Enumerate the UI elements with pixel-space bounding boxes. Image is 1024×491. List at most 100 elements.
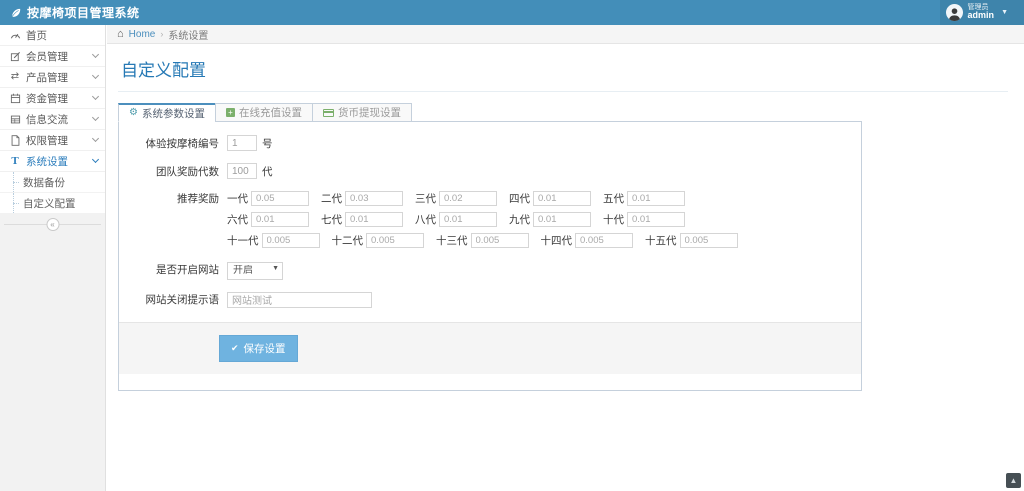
site-switch-select-wrap: 开启 ▼	[227, 260, 283, 280]
referral-gen-input[interactable]	[471, 233, 529, 248]
field-label: 推荐奖励	[133, 191, 219, 206]
user-meta: 管理员 admin	[968, 4, 995, 21]
field-label: 是否开启网站	[133, 262, 219, 277]
breadcrumb-separator: ›	[160, 29, 163, 39]
content: 自定义配置 ⚙ 系统参数设置 + 在线充值设置 货币提现设置 体验按摩椅编号 号	[107, 44, 1024, 391]
chevron-down-icon	[92, 114, 99, 121]
tab-system-params[interactable]: ⚙ 系统参数设置	[118, 103, 216, 122]
referral-gen-group: 六代	[227, 212, 309, 227]
referral-gen-input[interactable]	[262, 233, 320, 248]
user-menu[interactable]: 管理员 admin ▼	[940, 0, 1024, 25]
back-to-top-button[interactable]: ▲	[1006, 473, 1021, 488]
referral-gen-group: 十五代	[645, 233, 738, 248]
page-title: 自定义配置	[118, 52, 1008, 92]
gears-icon: ⚙	[129, 108, 138, 118]
sidebar-item-label: 信息交流	[26, 112, 68, 127]
tab-online-recharge[interactable]: + 在线充值设置	[215, 103, 313, 122]
save-button[interactable]: ✔ 保存设置	[219, 335, 298, 362]
shuffle-icon: ⇄	[8, 72, 22, 82]
sidebar-collapse-button[interactable]: «	[46, 218, 59, 231]
sidebar-item-label: 权限管理	[26, 133, 68, 148]
referral-gen-input[interactable]	[251, 212, 309, 227]
site-switch-select[interactable]: 开启	[227, 262, 283, 280]
referral-gen-input[interactable]	[251, 191, 309, 206]
field-unit: 代	[262, 164, 273, 179]
referral-gen-input[interactable]	[680, 233, 738, 248]
field-label: 体验按摩椅编号	[133, 136, 219, 151]
form-row-referral-3: 十一代 十二代 十三代 十四代 十五代	[213, 233, 861, 248]
gen-label: 十三代	[436, 233, 468, 248]
sidebar-subitem-data-backup[interactable]: 数据备份	[0, 172, 105, 193]
chair-number-input[interactable]	[227, 135, 257, 151]
sidebar-item-label: 系统设置	[26, 154, 68, 169]
gen-label: 十五代	[645, 233, 677, 248]
referral-gen-group: 七代	[321, 212, 403, 227]
referral-gen-input[interactable]	[439, 191, 497, 206]
referral-gen-input[interactable]	[345, 191, 403, 206]
referral-gen-group: 二代	[321, 191, 403, 206]
referral-gen-input[interactable]	[366, 233, 424, 248]
breadcrumb: ⌂ Home › 系统设置	[107, 25, 1024, 44]
gen-label: 五代	[603, 191, 624, 206]
calendar-icon	[8, 93, 22, 104]
sidebar-item-home[interactable]: 首页	[0, 25, 105, 46]
tab-label: 系统参数设置	[142, 106, 205, 121]
sidebar-subitem-custom-config[interactable]: 自定义配置	[0, 193, 105, 214]
sidebar-item-permissions[interactable]: 权限管理	[0, 130, 105, 151]
user-role: 管理员	[968, 4, 995, 11]
referral-gen-group: 八代	[415, 212, 497, 227]
edit-icon	[8, 51, 22, 62]
referral-gen-group: 十二代	[332, 233, 425, 248]
app-title: 按摩椅项目管理系统	[27, 4, 140, 21]
tab-label: 货币提现设置	[338, 105, 401, 120]
sidebar-item-label: 产品管理	[26, 70, 68, 85]
sidebar-item-system-settings[interactable]: T 系统设置	[0, 151, 105, 172]
referral-gen-group: 九代	[509, 212, 591, 227]
form-row-chair-number: 体验按摩椅编号 号	[119, 135, 861, 151]
referral-gen-input[interactable]	[627, 191, 685, 206]
referral-gen-input[interactable]	[627, 212, 685, 227]
referral-gen-input[interactable]	[345, 212, 403, 227]
referral-gen-group: 十四代	[541, 233, 634, 248]
chevron-down-icon	[92, 135, 99, 142]
chevron-down-icon	[92, 93, 99, 100]
referral-gen-group: 十一代	[227, 233, 320, 248]
referral-gen-input[interactable]	[575, 233, 633, 248]
form-row-close-message: 网站关闭提示语	[119, 292, 861, 308]
top-navbar: 按摩椅项目管理系统 管理员 admin ▼	[0, 0, 1024, 25]
plus-square-icon: +	[226, 108, 235, 117]
gen-label: 七代	[321, 212, 342, 227]
sidebar-subitem-label: 数据备份	[23, 175, 65, 190]
leaf-icon	[10, 7, 22, 19]
referral-gen-group: 三代	[415, 191, 497, 206]
team-generations-input[interactable]	[227, 163, 257, 179]
form-row-team-generations: 团队奖励代数 代	[119, 163, 861, 179]
referral-gen-input[interactable]	[533, 212, 591, 227]
sidebar-item-label: 会员管理	[26, 49, 68, 64]
referral-gen-group: 一代	[227, 191, 309, 206]
referral-gen-input[interactable]	[439, 212, 497, 227]
gen-label: 八代	[415, 212, 436, 227]
sidebar-item-members[interactable]: 会员管理	[0, 46, 105, 67]
gen-label: 十四代	[541, 233, 573, 248]
sidebar-item-products[interactable]: ⇄ 产品管理	[0, 67, 105, 88]
sidebar-item-funds[interactable]: 资金管理	[0, 88, 105, 109]
gen-label: 十二代	[332, 233, 364, 248]
referral-gen-group: 四代	[509, 191, 591, 206]
tab-currency-withdraw[interactable]: 货币提现设置	[312, 103, 412, 122]
sidebar-subitem-label: 自定义配置	[23, 196, 76, 211]
referral-gen-input[interactable]	[533, 191, 591, 206]
sidebar-item-messages[interactable]: 信息交流	[0, 109, 105, 130]
field-unit: 号	[262, 136, 273, 151]
user-name: admin	[968, 11, 995, 20]
chevron-down-icon	[92, 51, 99, 58]
close-message-input[interactable]	[227, 292, 372, 308]
caret-down-icon: ▼	[1001, 9, 1008, 16]
main-area: ⌂ Home › 系统设置 自定义配置 ⚙ 系统参数设置 + 在线充值设置 货币…	[107, 25, 1024, 491]
sidebar-collapse-row: «	[0, 214, 105, 234]
breadcrumb-home-link[interactable]: Home	[129, 29, 156, 40]
form-row-site-switch: 是否开启网站 开启 ▼	[119, 260, 861, 280]
form-row-referral-2: 六代 七代 八代 九代 十代	[213, 212, 861, 227]
tab-bar: ⚙ 系统参数设置 + 在线充值设置 货币提现设置	[118, 103, 1008, 122]
gen-label: 二代	[321, 191, 342, 206]
